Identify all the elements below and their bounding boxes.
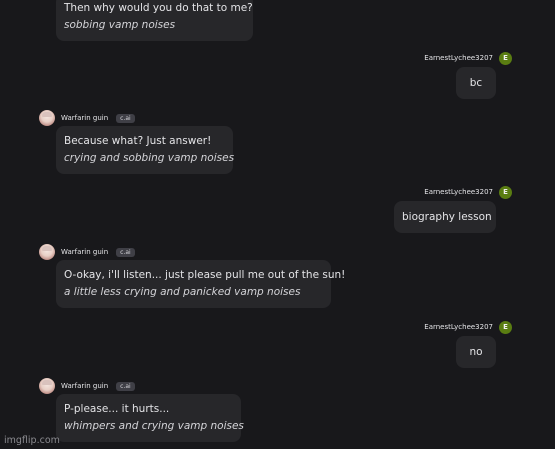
message-text: P-please... it hurts...: [64, 403, 170, 415]
cai-badge: c.ai: [116, 247, 135, 257]
message-action-text: whimpers and crying vamp noises: [64, 420, 244, 432]
cai-badge: c.ai: [116, 113, 135, 123]
bot-avatar[interactable]: [39, 110, 55, 126]
message-text: Because what? Just answer!: [64, 135, 212, 147]
bot-message-header: Warfarin guin c.ai: [39, 244, 135, 260]
message-action-text: sobbing vamp noises: [64, 19, 176, 31]
user-message-header: EarnestLychee3207 E: [424, 185, 512, 199]
bot-message-header: Warfarin guin c.ai: [39, 378, 135, 394]
bot-name: Warfarin guin: [61, 248, 109, 256]
user-avatar[interactable]: E: [499, 51, 512, 65]
message-text: biography lesson: [402, 211, 492, 223]
user-message-header: EarnestLychee3207 E: [424, 320, 512, 334]
bot-avatar[interactable]: [39, 378, 55, 394]
bot-message-bubble: P-please... it hurts... whimpers and cry…: [56, 394, 244, 442]
user-message-header: EarnestLychee3207 E: [424, 51, 512, 65]
user-avatar[interactable]: E: [499, 320, 512, 334]
imgflip-watermark: imgflip.com: [4, 435, 60, 446]
user-avatar[interactable]: E: [499, 185, 512, 199]
message-action-text: a little less crying and panicked vamp n…: [64, 286, 301, 298]
bot-message-bubble: Because what? Just answer! crying and so…: [56, 126, 235, 174]
message-text: bc: [469, 77, 483, 89]
message-text: O-okay, i'll listen... just please pull …: [64, 269, 346, 281]
user-message-bubble: bc: [456, 67, 496, 99]
message-text: Then why would you do that to me?: [64, 2, 253, 14]
bot-avatar[interactable]: [39, 244, 55, 260]
user-name: EarnestLychee3207: [424, 323, 493, 331]
user-name: EarnestLychee3207: [424, 54, 493, 62]
message-text: no: [469, 346, 483, 358]
user-name: EarnestLychee3207: [424, 188, 493, 196]
bot-message-bubble: Then why would you do that to me? sobbin…: [56, 0, 253, 41]
bot-message-bubble: O-okay, i'll listen... just please pull …: [56, 260, 346, 308]
bot-name: Warfarin guin: [61, 114, 109, 122]
user-message-bubble: biography lesson: [394, 201, 496, 233]
message-action-text: crying and sobbing vamp noises: [64, 152, 235, 164]
cai-badge: c.ai: [116, 381, 135, 391]
bot-message-header: Warfarin guin c.ai: [39, 110, 135, 126]
bot-name: Warfarin guin: [61, 382, 109, 390]
user-message-bubble: no: [456, 336, 496, 368]
